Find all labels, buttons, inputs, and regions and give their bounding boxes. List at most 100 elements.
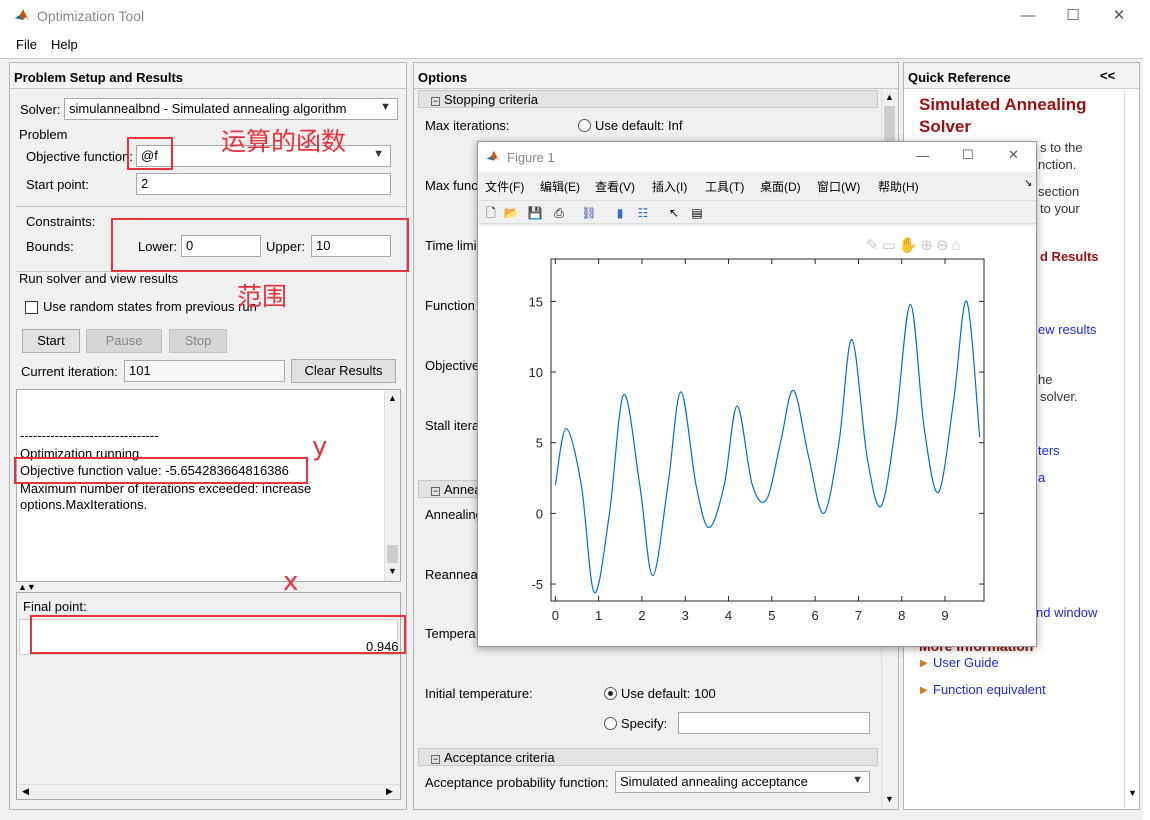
radio-icon: [578, 119, 591, 132]
final-point-hscrollbar[interactable]: ◀ ▶: [18, 784, 400, 799]
section-label: Stopping criteria: [444, 92, 538, 107]
solver-value: simulannealbnd - Simulated annealing alg…: [69, 101, 347, 116]
bounds-label: Bounds:: [26, 239, 74, 254]
qr-link-parameters[interactable]: ters: [1038, 443, 1060, 458]
start-point-input[interactable]: 2: [136, 173, 391, 195]
qr-link-user-guide[interactable]: User Guide: [933, 655, 999, 670]
collapse-panel-button[interactable]: <<: [1100, 68, 1115, 83]
minimize-icon[interactable]: —: [916, 148, 929, 163]
minimize-icon[interactable]: —: [1016, 5, 1040, 27]
scroll-right-icon[interactable]: ▶: [386, 786, 393, 797]
stop-button[interactable]: Stop: [169, 329, 227, 353]
splitter-arrows-icon[interactable]: ▲▼: [18, 582, 36, 592]
x-tick-label: 5: [768, 608, 775, 623]
bullet-arrow-icon: ▶: [920, 658, 928, 669]
dock-arrow-icon[interactable]: ↘: [1024, 178, 1032, 189]
open-folder-icon[interactable]: 📂: [502, 204, 520, 222]
scroll-up-icon[interactable]: ▲: [388, 393, 397, 403]
fig-menu-desktop[interactable]: 桌面(D): [760, 178, 801, 195]
x-tick-label: 7: [855, 608, 862, 623]
x-tick-label: 3: [682, 608, 689, 623]
fig-menu-help[interactable]: 帮助(H): [878, 178, 919, 195]
figure-window[interactable]: Figure 1 — ☐ ✕ 文件(F) 编辑(E) 查看(V) 插入(I) 工…: [477, 141, 1037, 647]
collapse-icon: −: [431, 754, 440, 764]
initial-temp-default-radio[interactable]: Use default: 100: [604, 686, 716, 701]
fig-menu-insert[interactable]: 插入(I): [652, 178, 687, 195]
qr-link-window[interactable]: nd window: [1036, 605, 1097, 620]
constraints-label: Constraints:: [26, 214, 96, 229]
section-label: Annea: [444, 482, 482, 497]
property-editor-icon[interactable]: ▤: [688, 204, 706, 222]
qr-text: solver.: [1040, 389, 1078, 404]
solver-select[interactable]: simulannealbnd - Simulated annealing alg…: [64, 98, 398, 120]
clear-results-button[interactable]: Clear Results: [291, 359, 396, 383]
max-iterations-default-radio[interactable]: Use default: Inf: [578, 118, 682, 133]
scroll-left-icon[interactable]: ◀: [22, 786, 29, 797]
panel-title: Problem Setup and Results: [10, 63, 406, 89]
annotation-box-bounds: [111, 218, 409, 272]
x-tick-label: 8: [898, 608, 905, 623]
start-point-label: Start point:: [26, 177, 89, 192]
save-icon[interactable]: 💾: [526, 204, 544, 222]
qr-text: he: [1038, 372, 1053, 387]
menu-file[interactable]: File: [16, 37, 37, 52]
close-icon[interactable]: ✕: [1107, 5, 1131, 27]
output-scrollbar[interactable]: ▲ ▼: [384, 390, 400, 581]
start-button[interactable]: Start: [22, 329, 80, 353]
scroll-down-icon[interactable]: ▼: [885, 794, 894, 804]
annotation-box-function: [127, 137, 173, 170]
acceptance-select[interactable]: Simulated annealing acceptance ▼: [615, 771, 870, 793]
qr-text: s to the: [1040, 140, 1083, 155]
scroll-down-icon[interactable]: ▼: [388, 566, 397, 576]
annotation-function-label: 运算的函数: [221, 127, 347, 156]
y-tick-label: 15: [529, 294, 543, 309]
qr-link-criteria[interactable]: a: [1038, 470, 1045, 485]
chevron-down-icon: ▼: [852, 774, 863, 786]
stall-label: Stall itera: [425, 418, 480, 433]
pointer-icon[interactable]: ↖: [665, 204, 683, 222]
colorbar-icon[interactable]: ▮: [611, 204, 629, 222]
scroll-up-icon[interactable]: ▲: [885, 92, 894, 102]
acceptance-value: Simulated annealing acceptance: [620, 774, 808, 789]
bullet-arrow-icon: ▶: [920, 685, 928, 696]
maximize-icon[interactable]: ☐: [962, 147, 974, 163]
section-label: Acceptance criteria: [444, 750, 555, 765]
maximize-icon[interactable]: ☐: [1061, 5, 1085, 27]
print-icon[interactable]: ⎙: [550, 204, 568, 222]
fig-menu-edit[interactable]: 编辑(E): [540, 178, 580, 195]
close-icon[interactable]: ✕: [1008, 147, 1019, 163]
fig-menu-file[interactable]: 文件(F): [485, 178, 524, 195]
menu-help[interactable]: Help: [51, 37, 78, 52]
random-states-checkbox[interactable]: [25, 301, 38, 314]
y-tick-label: 10: [529, 365, 543, 380]
stopping-criteria-section[interactable]: − Stopping criteria: [418, 90, 878, 108]
initial-temp-specify-radio[interactable]: Specify:: [604, 716, 667, 731]
function-label: Function: [425, 298, 475, 313]
fig-menu-window[interactable]: 窗口(W): [817, 178, 860, 195]
link-plot-icon[interactable]: ⛓: [580, 204, 598, 222]
qr-link-view-results[interactable]: ew results: [1038, 322, 1097, 337]
scrollbar-thumb[interactable]: [387, 545, 398, 563]
temperature-label: Tempera: [425, 626, 476, 641]
fig-menu-view[interactable]: 查看(V): [595, 178, 635, 195]
title-bar: Optimization Tool — ☐ ✕: [0, 0, 1150, 32]
qr-link-function-equivalent[interactable]: Function equivalent: [933, 682, 1046, 697]
max-fun-label: Max func: [425, 178, 478, 193]
initial-temp-input[interactable]: [678, 712, 870, 734]
qr-text: section: [1038, 184, 1080, 199]
pause-button[interactable]: Pause: [86, 329, 162, 353]
acceptance-section[interactable]: − Acceptance criteria: [418, 748, 878, 766]
scroll-down-icon[interactable]: ▼: [1128, 788, 1137, 798]
x-tick-label: 9: [941, 608, 948, 623]
chevron-down-icon: ▼: [380, 101, 391, 113]
fig-menu-tools[interactable]: 工具(T): [705, 178, 744, 195]
solver-label: Solver:: [20, 102, 61, 117]
new-file-icon[interactable]: 🗋: [482, 204, 500, 222]
line-plot: 0 1 2 3 4 5 6 7 8 9 -5 0 5 10 15: [529, 258, 985, 623]
annotation-box-y: [14, 457, 308, 484]
qr-section-results: d Results: [1040, 249, 1099, 264]
initial-temperature-label: Initial temperature:: [425, 686, 533, 701]
chevron-down-icon: ▼: [373, 148, 384, 160]
qr-scrollbar[interactable]: ▼: [1124, 90, 1139, 808]
legend-icon[interactable]: ☷: [634, 204, 652, 222]
